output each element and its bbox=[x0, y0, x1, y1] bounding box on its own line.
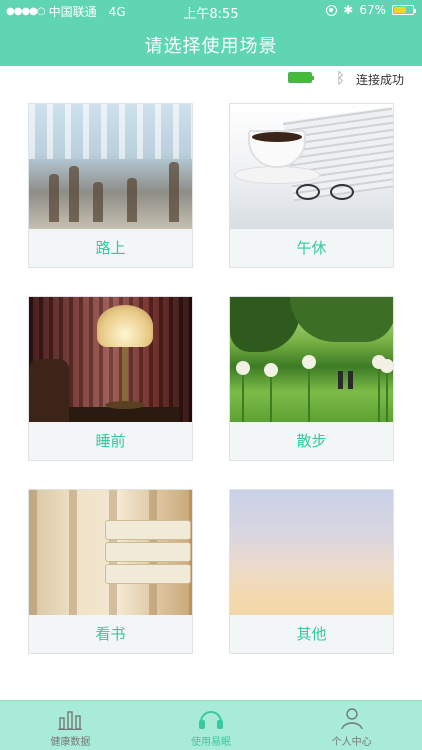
bottom-tab-bar: 健康数据 使用易眠 个人中心 bbox=[0, 700, 422, 750]
page-title: 请选择使用场景 bbox=[144, 36, 278, 57]
person-icon bbox=[340, 704, 364, 730]
scene-card-walk[interactable]: 散步 bbox=[229, 296, 394, 461]
tab-label: 使用易眠 bbox=[191, 737, 231, 748]
bar-chart-icon bbox=[58, 704, 83, 730]
scene-label: 散步 bbox=[230, 422, 393, 460]
tab-personal-center[interactable]: 个人中心 bbox=[281, 701, 422, 750]
connection-status: 连接成功 bbox=[356, 73, 405, 87]
scene-label: 其他 bbox=[230, 615, 393, 653]
app-header: ●●●●○ 中国联通 4G 上午8:55 ✱ 67% 请选择使用场景 bbox=[0, 0, 422, 66]
status-bar: ●●●●○ 中国联通 4G 上午8:55 ✱ 67% bbox=[0, 0, 422, 22]
orientation-lock-icon bbox=[326, 4, 338, 16]
tab-health-data[interactable]: 健康数据 bbox=[0, 701, 141, 750]
scene-label: 睡前 bbox=[29, 422, 192, 460]
status-right: ✱ 67% bbox=[326, 3, 416, 17]
tab-use-sleep[interactable]: 使用易眠 bbox=[141, 701, 282, 750]
soft-gradient-image bbox=[230, 490, 393, 616]
scene-label: 午休 bbox=[230, 229, 393, 267]
device-battery-icon bbox=[288, 72, 314, 83]
commute-station-image bbox=[29, 104, 192, 230]
battery-icon bbox=[392, 5, 416, 15]
headphones-icon bbox=[198, 704, 224, 730]
scene-label: 看书 bbox=[29, 615, 192, 653]
coffee-newspaper-image bbox=[230, 104, 393, 230]
scene-card-lunch[interactable]: 午休 bbox=[229, 103, 394, 268]
scene-card-other[interactable]: 其他 bbox=[229, 489, 394, 654]
books-shelf-image bbox=[29, 490, 192, 616]
battery-fill bbox=[394, 7, 407, 13]
scene-card-bedtime[interactable]: 睡前 bbox=[28, 296, 193, 461]
device-status-row: ᛒ 连接成功 bbox=[0, 66, 422, 90]
scene-card-road[interactable]: 路上 bbox=[28, 103, 193, 268]
bluetooth-status-icon: ✱ bbox=[343, 3, 354, 17]
battery-percent: 67% bbox=[359, 3, 386, 17]
tab-label: 健康数据 bbox=[50, 737, 91, 748]
bedside-lamp-image bbox=[29, 297, 192, 423]
park-walk-image bbox=[230, 297, 393, 423]
scene-card-reading[interactable]: 看书 bbox=[28, 489, 193, 654]
tab-label: 个人中心 bbox=[331, 737, 372, 748]
bluetooth-icon: ᛒ bbox=[336, 69, 346, 87]
scene-label: 路上 bbox=[29, 229, 192, 267]
